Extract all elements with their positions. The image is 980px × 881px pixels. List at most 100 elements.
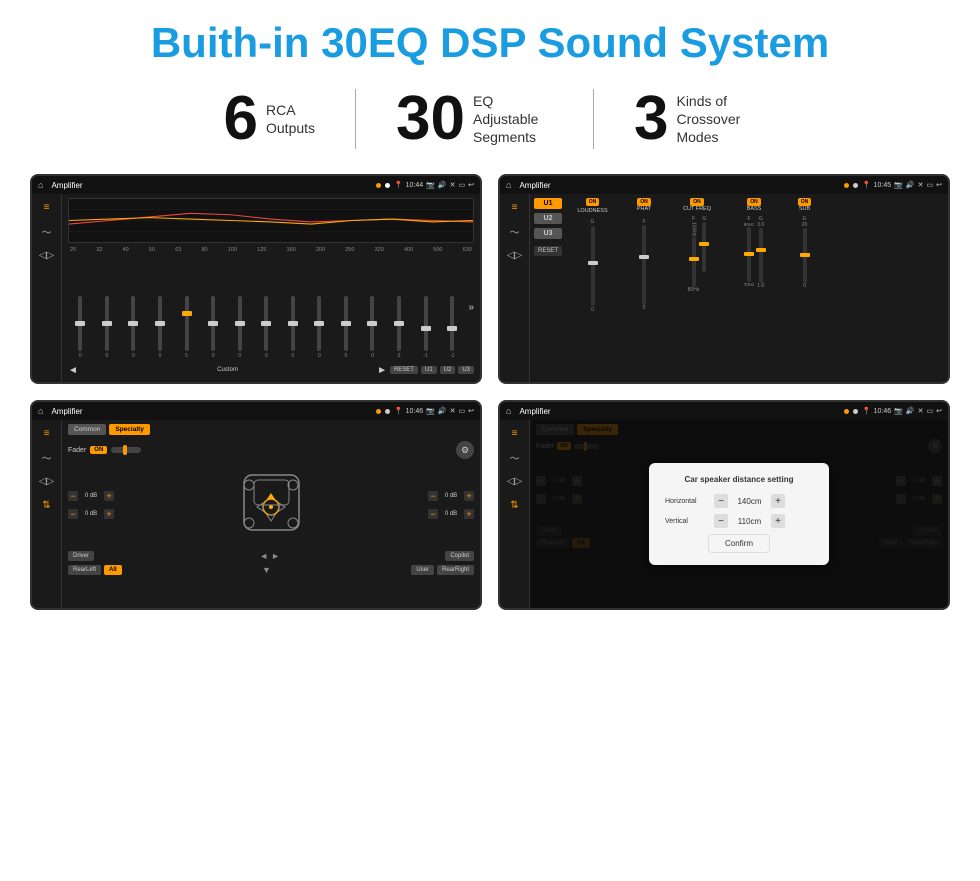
eq-slider-0[interactable]: 0: [68, 296, 93, 359]
eq-reset-button[interactable]: RESET: [390, 366, 418, 374]
right-minus-1[interactable]: −: [428, 491, 438, 501]
eq-slider-6[interactable]: 0: [227, 296, 252, 359]
sidebar-wave-icon[interactable]: 〜: [38, 224, 56, 238]
left-minus-2[interactable]: −: [68, 509, 78, 519]
tab-common[interactable]: Common: [68, 424, 106, 435]
eq-slider-11[interactable]: 0: [360, 296, 385, 359]
home-icon-3: ⌂: [38, 406, 43, 416]
fader-on-btn[interactable]: ON: [90, 446, 107, 454]
preset-u1[interactable]: U1: [534, 198, 562, 209]
confirm-button[interactable]: Confirm: [708, 534, 770, 553]
left-plus-1[interactable]: +: [104, 491, 114, 501]
preset-u3[interactable]: U3: [534, 228, 562, 239]
sidebar-2: ≡ 〜 ◁▷: [500, 194, 530, 382]
horizontal-plus-btn[interactable]: +: [771, 494, 785, 508]
eq-u2-button[interactable]: U2: [440, 366, 456, 374]
sidebar-eq-icon[interactable]: ≡: [38, 200, 56, 214]
cutfreq-g-col: G: [702, 216, 706, 311]
sidebar-speaker-icon[interactable]: ◁▷: [38, 248, 56, 262]
sidebar-eq-icon-4[interactable]: ≡: [506, 426, 524, 440]
app-title-4: Amplifier: [519, 407, 840, 416]
sidebar-wave-icon-4[interactable]: 〜: [506, 450, 524, 464]
screen4-body: ≡ 〜 ◁▷ ⇅ Common Specialty Fader ON: [500, 420, 948, 608]
stat-crossover-desc: Kinds of Crossover Modes: [676, 92, 756, 147]
eq-slider-1[interactable]: 0: [95, 296, 120, 359]
bass-title: BASS: [747, 206, 762, 212]
left-vol-1: − 0 dB +: [68, 491, 114, 501]
settings-icon[interactable]: ⚙: [456, 441, 474, 459]
fader-label: Fader: [68, 447, 86, 454]
screen1-body: ≡ 〜 ◁▷: [32, 194, 480, 382]
sidebar-wave-icon-2[interactable]: 〜: [506, 224, 524, 238]
sidebar-wave-icon-3[interactable]: 〜: [38, 450, 56, 464]
eq-u1-button[interactable]: U1: [421, 366, 437, 374]
rearright-btn[interactable]: RearRight: [437, 565, 474, 575]
right-minus-2[interactable]: −: [428, 509, 438, 519]
eq-slider-14[interactable]: -1: [440, 296, 465, 359]
amp2-channels: ON LOUDNESS G 0: [565, 198, 944, 378]
sidebar-eq-icon-3[interactable]: ≡: [38, 426, 56, 440]
stat-eq-number: 30: [396, 88, 465, 150]
eq-sliders: 0 0 0 0: [68, 256, 474, 359]
eq-slider-4[interactable]: 5: [174, 296, 199, 359]
status-right-1: 📍 10:44 📷 🔊 ✕ ▭ ↩: [394, 181, 474, 189]
eq-slider-3[interactable]: 0: [148, 296, 173, 359]
right-plus-1[interactable]: +: [464, 491, 474, 501]
eq-slider-5[interactable]: 0: [201, 296, 226, 359]
tab-specialty[interactable]: Specialty: [109, 424, 150, 435]
stat-rca-number: 6: [224, 88, 258, 150]
sub-title: SUB: [799, 206, 810, 212]
screen-amp2: ⌂ Amplifier 📍 10:45 📷🔊✕▭↩ ≡ 〜 ◁▷: [498, 174, 950, 384]
preset-u2[interactable]: U2: [534, 213, 562, 224]
sidebar-speaker-icon-4[interactable]: ◁▷: [506, 474, 524, 488]
sidebar-arrows-icon-3[interactable]: ⇅: [38, 498, 56, 512]
eq-slider-10[interactable]: 0: [334, 296, 359, 359]
eq-controls: ◄ Custom ► RESET U1 U2 U3: [68, 362, 474, 378]
loudness-on-btn[interactable]: ON: [586, 198, 600, 206]
rearleft-btn[interactable]: RearLeft: [68, 565, 101, 575]
status-dot-4b: [853, 409, 858, 414]
driver-btn[interactable]: Driver: [68, 551, 94, 561]
sidebar-speaker-icon-2[interactable]: ◁▷: [506, 248, 524, 262]
down-arrow-icon[interactable]: ▼: [262, 565, 271, 575]
user-btn[interactable]: User: [411, 565, 434, 575]
eq-slider-8[interactable]: 0: [281, 296, 306, 359]
eq-more-icon[interactable]: »: [468, 302, 474, 313]
distance-dialog: Car speaker distance setting Horizontal …: [649, 463, 829, 565]
horizontal-minus-btn[interactable]: −: [714, 494, 728, 508]
left-minus-1[interactable]: −: [68, 491, 78, 501]
sidebar-speaker-icon-3[interactable]: ◁▷: [38, 474, 56, 488]
cutfreq-on-btn[interactable]: ON: [690, 198, 704, 206]
right-plus-2[interactable]: +: [464, 509, 474, 519]
status-dot-1: [376, 183, 381, 188]
eq-slider-9[interactable]: 0: [307, 296, 332, 359]
copilot-btn[interactable]: Copilot: [445, 551, 474, 561]
right-arrow-icon[interactable]: ►: [271, 551, 280, 561]
sub-on-btn[interactable]: ON: [798, 198, 812, 206]
statusbar-4: ⌂ Amplifier 📍 10:46 📷🔊✕▭↩: [500, 402, 948, 420]
bass-f-col: F 90Hz 70Hz: [744, 216, 755, 289]
close-icon-1: ✕: [450, 181, 456, 189]
left-arrow-icon[interactable]: ◄: [259, 551, 268, 561]
eq-slider-7[interactable]: 0: [254, 296, 279, 359]
eq-slider-2[interactable]: 0: [121, 296, 146, 359]
phat-title: PHAT: [637, 206, 651, 212]
fader-slider[interactable]: [111, 447, 141, 453]
sidebar-eq-icon-2[interactable]: ≡: [506, 200, 524, 214]
vertical-minus-btn[interactable]: −: [714, 514, 728, 528]
eq-u3-button[interactable]: U3: [458, 366, 474, 374]
eq-prev-button[interactable]: ◄: [68, 365, 78, 376]
all-btn[interactable]: All: [104, 565, 122, 575]
vertical-plus-btn[interactable]: +: [771, 514, 785, 528]
left-plus-2[interactable]: +: [104, 509, 114, 519]
eq-slider-13[interactable]: -1: [413, 296, 438, 359]
bass-sliders: F 90Hz 70Hz G 3.0 1.0: [744, 216, 764, 289]
sidebar-arrows-icon-4[interactable]: ⇅: [506, 498, 524, 512]
eq-next-button[interactable]: ►: [377, 365, 387, 376]
bass-on-btn[interactable]: ON: [747, 198, 761, 206]
phat-on-btn[interactable]: ON: [637, 198, 651, 206]
statusbar-3: ⌂ Amplifier 📍 10:46 📷🔊✕▭↩: [32, 402, 480, 420]
amp2-reset-button[interactable]: RESET: [534, 246, 562, 256]
status-right-3: 📍 10:46 📷🔊✕▭↩: [394, 407, 474, 415]
eq-slider-12[interactable]: 0: [387, 296, 412, 359]
